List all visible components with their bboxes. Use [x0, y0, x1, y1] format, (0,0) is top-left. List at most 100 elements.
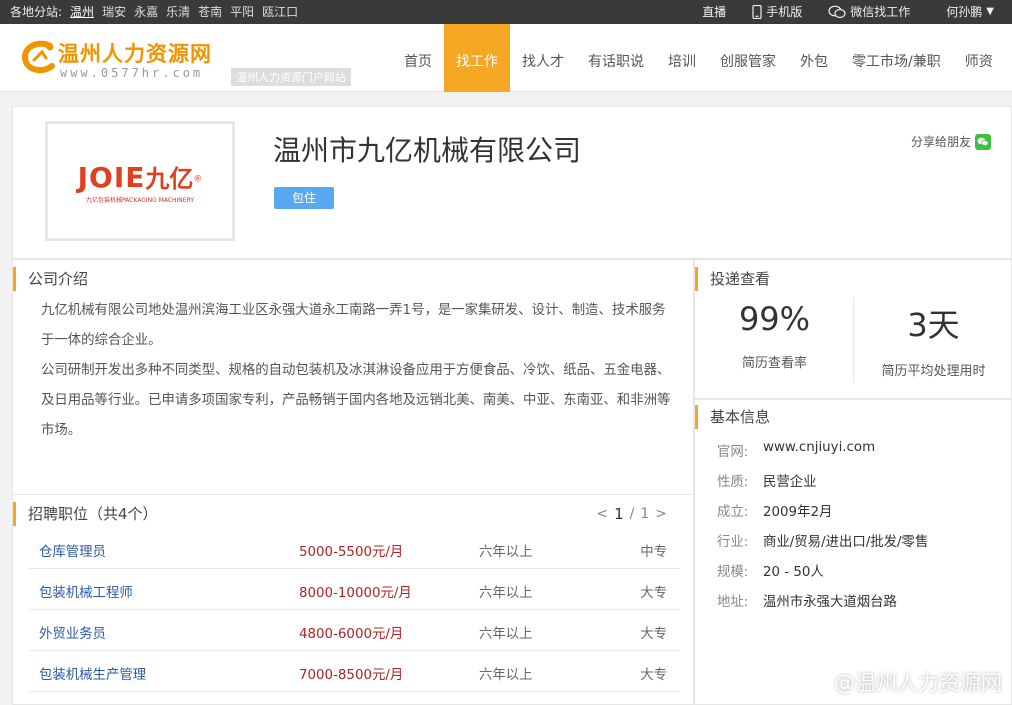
site-header: 温州人力资源网 www.0577hr.com 温州人力资源门户网站 首页 找工作… — [0, 24, 1012, 92]
job-row[interactable]: 外贸业务员 4800-6000元/月 六年以上 大专 — [29, 610, 679, 651]
share-label: 分享给朋友 — [910, 135, 971, 149]
nav-teachers[interactable]: 师资 — [953, 24, 1005, 92]
nav-gig-market[interactable]: 零工市场/兼职 — [840, 24, 953, 92]
job-title[interactable]: 仓库管理员 — [39, 540, 106, 560]
info-address: 地址: 温州市永强大道烟台路 — [717, 590, 897, 610]
next-page-button[interactable]: > — [655, 506, 667, 522]
intro-paragraph: 公司研制开发出多种不同类型、规格的自动包装机及冰淇淋设备应用于方便食品、冷饮、纸… — [41, 363, 671, 438]
wechat-icon — [828, 5, 846, 19]
info-label: 成立: — [717, 505, 749, 520]
branches-label: 各地分站: — [10, 5, 63, 19]
info-label: 官网: — [717, 445, 749, 460]
current-page: 1 — [614, 505, 624, 523]
weibo-icon — [804, 673, 829, 692]
info-label: 规模: — [717, 565, 749, 580]
job-listings-section: 招聘职位（共4个） < 1 / 1 > 仓库管理员 5000-5500元/月 六… — [12, 494, 694, 705]
share-button[interactable]: 分享给朋友 — [911, 133, 991, 150]
info-ownership: 性质: 民营企业 — [717, 470, 817, 490]
job-title[interactable]: 包装机械生产管理 — [39, 663, 146, 683]
site-logo[interactable]: 温州人力资源网 www.0577hr.com 温州人力资源门户网站 — [18, 32, 378, 86]
company-intro-title: 公司介绍 — [13, 267, 88, 291]
job-education: 大专 — [640, 627, 667, 642]
site-logo-icon — [22, 40, 55, 74]
job-row[interactable]: 包装机械工程师 8000-10000元/月 六年以上 大专 — [29, 569, 679, 610]
intro-paragraph: 九亿机械有限公司地处温州滨海工业区永强大道永工南路一弄1号，是一家集研发、设计、… — [41, 303, 666, 348]
info-industry: 行业: 商业/贸易/进出口/批发/零售 — [717, 530, 928, 550]
basic-info-title: 基本信息 — [695, 405, 770, 429]
nav-find-job[interactable]: 找工作 — [444, 24, 510, 92]
info-label: 行业: — [717, 535, 749, 550]
company-card: JOIE九亿® 九亿包装机械PACKAGING MACHINERY 温州市九亿机… — [12, 106, 1012, 259]
info-value: 商业/贸易/进出口/批发/零售 — [763, 535, 929, 550]
user-name: 何孙鹏 — [946, 5, 983, 19]
weibo-watermark: @温州人力资源网 — [804, 667, 1002, 697]
company-intro-text: 九亿机械有限公司地处温州滨海工业区永强大道永工南路一弄1号，是一家集研发、设计、… — [41, 296, 671, 446]
prev-page-button[interactable]: < — [596, 506, 608, 522]
info-label: 性质: — [717, 475, 749, 490]
mobile-label: 手机版 — [766, 5, 803, 19]
total-pages: 1 — [640, 506, 650, 522]
branch-selector: 各地分站: 温州 瑞安 永嘉 乐清 苍南 平阳 瓯江口 — [10, 0, 298, 24]
job-title[interactable]: 包装机械工程师 — [39, 581, 133, 601]
wechat-share-icon — [975, 133, 991, 150]
pagination: < 1 / 1 > — [596, 505, 667, 523]
city-link-oujiangkou[interactable]: 瓯江口 — [262, 0, 298, 24]
city-link-yueqing[interactable]: 乐清 — [166, 0, 190, 24]
site-name: 温州人力资源网 — [58, 42, 212, 66]
site-url: www.0577hr.com — [60, 66, 204, 80]
nav-outsourcing[interactable]: 外包 — [788, 24, 840, 92]
view-rate-stat: 99% 简历查看率 — [695, 300, 854, 371]
live-label: 直播 — [702, 5, 727, 19]
main-nav: 首页 找工作 找人才 有话职说 培训 创服管家 外包 零工市场/兼职 师资 — [392, 24, 1005, 92]
city-link-pingyang[interactable]: 平阳 — [230, 0, 254, 24]
company-logo-latin: JOIE — [77, 160, 146, 194]
caret-down-icon: ▼ — [986, 6, 994, 17]
city-link-ruian[interactable]: 瑞安 — [102, 0, 126, 24]
avg-time-label: 简历平均处理用时 — [881, 364, 986, 379]
job-title[interactable]: 外贸业务员 — [39, 622, 106, 642]
nav-home[interactable]: 首页 — [392, 24, 444, 92]
mobile-link[interactable]: 手机版 — [752, 0, 802, 24]
top-bar: 各地分站: 温州 瑞安 永嘉 乐清 苍南 平阳 瓯江口 直播 手机版 微信找工作… — [0, 0, 1012, 24]
nav-career-talk[interactable]: 有话职说 — [576, 24, 656, 92]
job-education: 大专 — [640, 668, 667, 683]
nav-service-butler[interactable]: 创服管家 — [708, 24, 788, 92]
job-row[interactable]: 包装机械生产管理 7000-8500元/月 六年以上 大专 — [29, 651, 679, 692]
info-value: 民营企业 — [763, 475, 817, 490]
avg-time-value: 3天 — [907, 306, 960, 344]
view-rate-value: 99% — [738, 300, 811, 338]
benefit-badge: 包住 — [274, 187, 334, 209]
info-value: 温州市永强大道烟台路 — [763, 595, 897, 610]
live-link[interactable]: 直播 — [702, 0, 726, 24]
city-link-wenzhou[interactable]: 温州 — [70, 0, 94, 24]
company-logo-cn: 九亿 — [145, 164, 194, 193]
user-menu[interactable]: 何孙鹏 ▼ — [946, 0, 994, 24]
company-intro-section: 公司介绍 九亿机械有限公司地处温州滨海工业区永强大道永工南路一弄1号，是一家集研… — [12, 259, 694, 495]
job-experience: 六年以上 — [479, 545, 533, 560]
view-rate-label: 简历查看率 — [741, 356, 807, 371]
company-logo-subtitle: 九亿包装机械PACKAGING MACHINERY — [85, 196, 195, 204]
job-experience: 六年以上 — [479, 668, 533, 683]
job-row[interactable]: 仓库管理员 5000-5500元/月 六年以上 中专 — [29, 528, 679, 569]
city-link-yongjia[interactable]: 永嘉 — [134, 0, 158, 24]
job-experience: 六年以上 — [479, 586, 533, 601]
info-value: 2009年2月 — [763, 505, 833, 520]
job-salary: 8000-10000元/月 — [299, 586, 412, 601]
info-founded: 成立: 2009年2月 — [717, 500, 832, 520]
avg-time-stat: 3天 简历平均处理用时 — [854, 300, 1012, 379]
wechat-jobs-link[interactable]: 微信找工作 — [828, 0, 910, 24]
watermark-text: @温州人力资源网 — [834, 671, 1002, 695]
info-label: 地址: — [717, 595, 749, 610]
job-listings-title: 招聘职位（共4个） — [13, 502, 158, 526]
resume-stats-title: 投递查看 — [695, 267, 770, 291]
nav-find-talent[interactable]: 找人才 — [510, 24, 576, 92]
job-experience: 六年以上 — [479, 627, 533, 642]
nav-training[interactable]: 培训 — [656, 24, 708, 92]
website-link[interactable]: www.cnjiuyi.com — [763, 440, 875, 460]
site-tagline: 温州人力资源门户网站 — [231, 68, 351, 86]
info-size: 规模: 20 - 50人 — [717, 560, 824, 580]
city-link-cangnan[interactable]: 苍南 — [198, 0, 222, 24]
job-salary: 5000-5500元/月 — [299, 545, 404, 560]
job-education: 中专 — [640, 545, 667, 560]
phone-icon — [752, 5, 762, 19]
